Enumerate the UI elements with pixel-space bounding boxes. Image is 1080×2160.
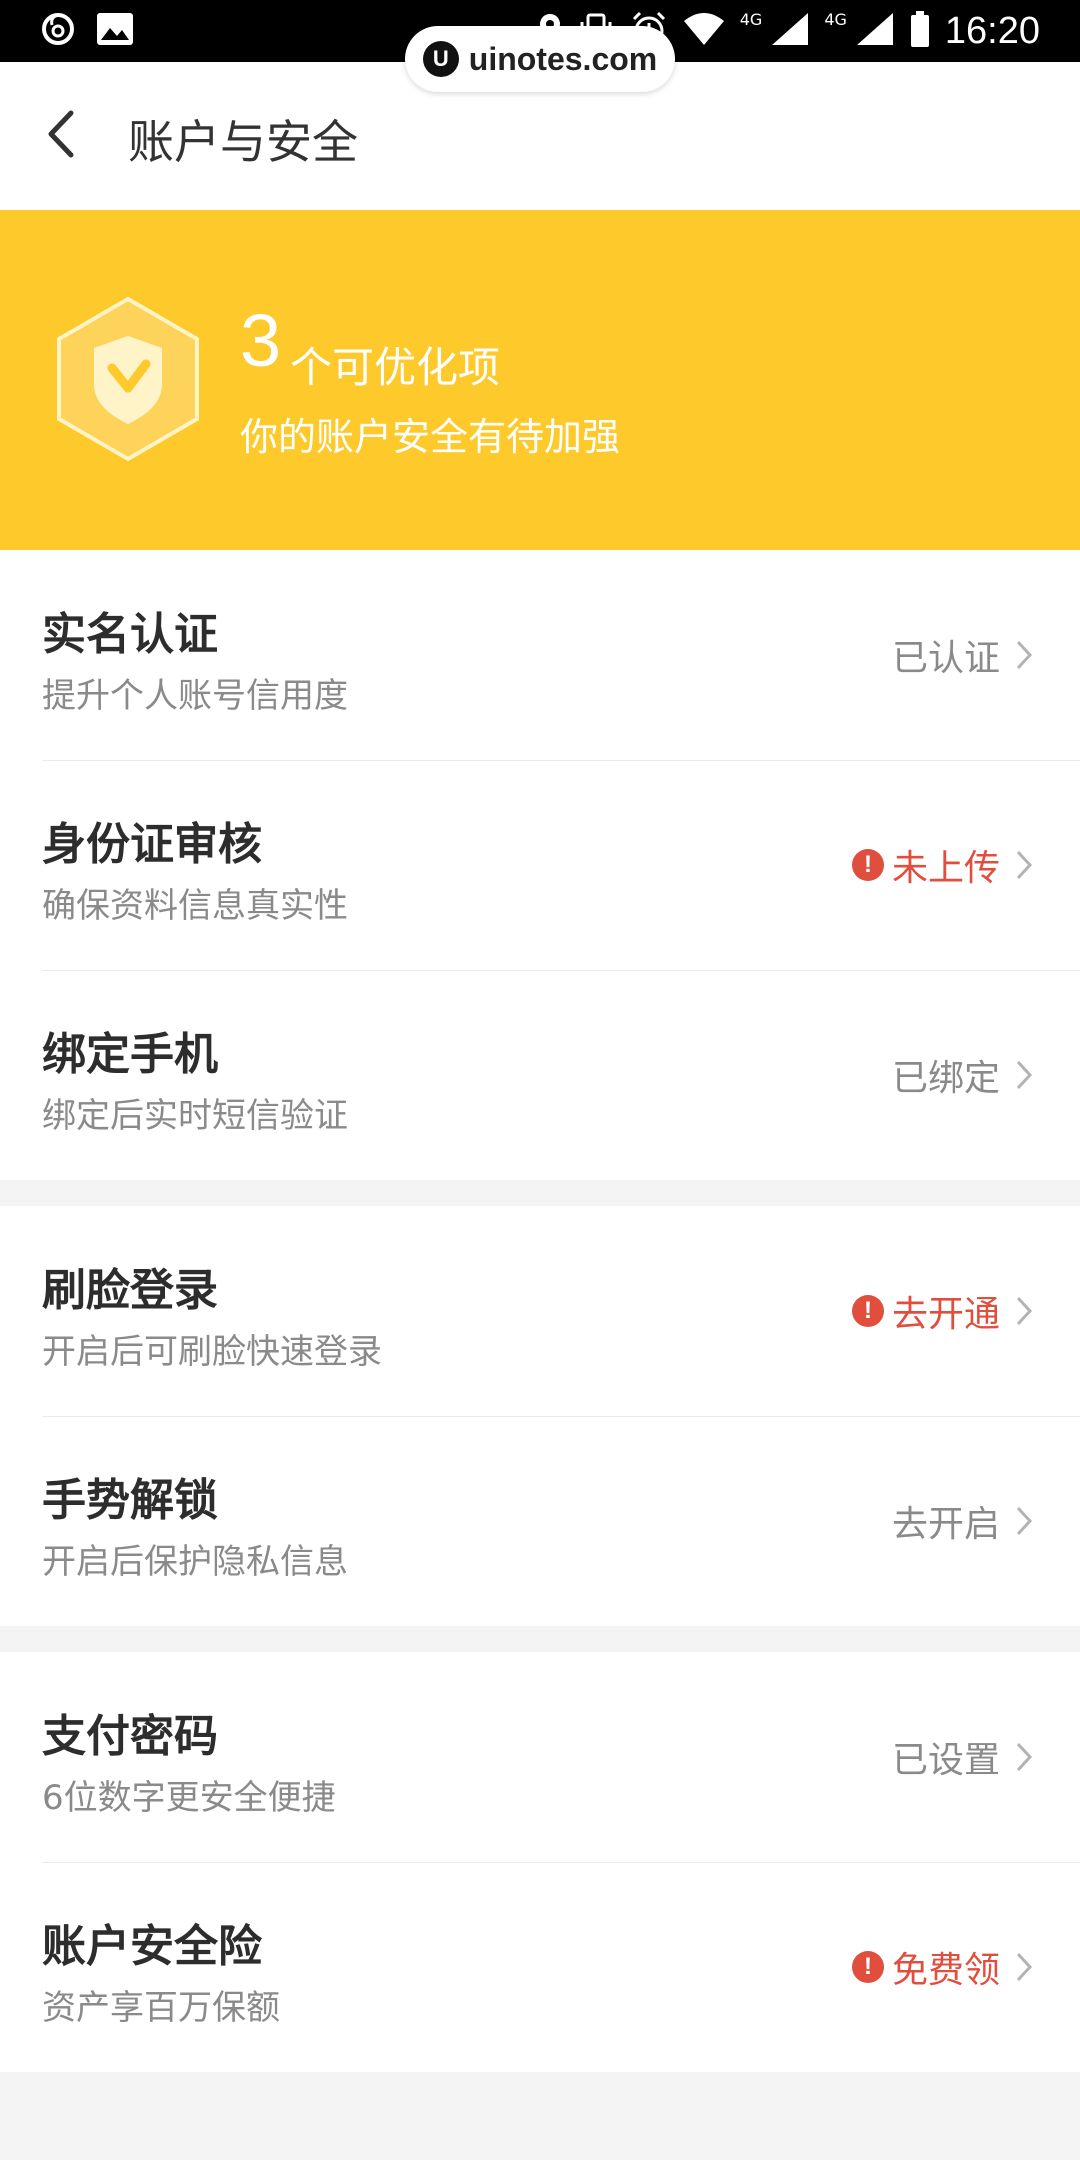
item-status: 已设置 <box>891 1740 1000 1781</box>
wifi-icon <box>682 11 726 51</box>
alert-icon: ! <box>851 849 884 881</box>
chevron-right-icon <box>1010 1737 1038 1777</box>
settings-group-payment: 支付密码 6位数字更安全便捷 已设置 账户安全险 资产享百万保额 ! 免费领 <box>0 1652 1080 2072</box>
item-title: 实名认证 <box>42 609 218 660</box>
page-title: 账户与安全 <box>128 115 358 169</box>
chevron-right-icon <box>1010 845 1038 885</box>
optimizable-count: 3 <box>240 299 282 382</box>
item-title: 身份证审核 <box>42 819 262 870</box>
list-item-payment-password[interactable]: 支付密码 6位数字更安全便捷 已设置 <box>0 1652 1080 1862</box>
settings-group-identity: 实名认证 提升个人账号信用度 已认证 身份证审核 确保资料信息真实性 ! 未上传… <box>0 550 1080 1180</box>
item-subtitle: 确保资料信息真实性 <box>42 886 348 926</box>
item-subtitle: 提升个人账号信用度 <box>42 676 348 716</box>
item-title: 支付密码 <box>42 1711 218 1762</box>
watermark-logo: U <box>422 41 459 77</box>
item-status: 去开启 <box>891 1504 1000 1545</box>
chevron-right-icon <box>1010 1501 1038 1541</box>
chevron-right-icon <box>1010 1947 1038 1987</box>
optimizable-count-label: 个可优化项 <box>290 343 501 392</box>
item-subtitle: 6位数字更安全便捷 <box>42 1778 336 1818</box>
cell-signal-icon-2 <box>855 11 895 51</box>
status-time: 16:20 <box>944 9 1040 52</box>
item-status: 免费领 <box>891 1950 1000 1991</box>
list-item-id-card[interactable]: 身份证审核 确保资料信息真实性 ! 未上传 <box>0 760 1080 970</box>
settings-group-login: 刷脸登录 开启后可刷脸快速登录 ! 去开通 手势解锁 开启后保护隐私信息 去开启 <box>0 1206 1080 1626</box>
chevron-left-icon <box>45 109 75 163</box>
item-title: 账户安全险 <box>42 1921 262 1972</box>
alert-icon: ! <box>851 1951 884 1983</box>
item-title: 绑定手机 <box>42 1029 218 1080</box>
list-item-real-name[interactable]: 实名认证 提升个人账号信用度 已认证 <box>0 550 1080 760</box>
item-status: 去开通 <box>891 1294 1000 1335</box>
item-status: 已认证 <box>891 638 1000 679</box>
item-subtitle: 开启后保护隐私信息 <box>42 1542 348 1582</box>
alert-icon: ! <box>851 1295 884 1327</box>
item-status: 未上传 <box>891 848 1000 889</box>
list-item-account-insurance[interactable]: 账户安全险 资产享百万保额 ! 免费领 <box>0 1862 1080 2072</box>
item-title: 手势解锁 <box>42 1475 218 1526</box>
item-subtitle: 资产享百万保额 <box>42 1988 280 2028</box>
item-title: 刷脸登录 <box>42 1265 218 1316</box>
security-summary-banner: 3 个可优化项 你的账户安全有待加强 <box>0 210 1080 550</box>
chevron-right-icon <box>1010 635 1038 675</box>
item-subtitle: 绑定后实时短信验证 <box>42 1096 348 1136</box>
chevron-right-icon <box>1010 1055 1038 1095</box>
item-status: 已绑定 <box>891 1058 1000 1099</box>
watermark-text: uinotes.com <box>468 40 658 77</box>
cell-signal-icon <box>770 11 810 51</box>
banner-subtitle: 你的账户安全有待加强 <box>240 415 621 459</box>
back-button[interactable] <box>30 98 90 174</box>
watermark: U uinotes.com <box>405 26 675 92</box>
list-item-bind-phone[interactable]: 绑定手机 绑定后实时短信验证 已绑定 <box>0 970 1080 1180</box>
network-type-label-1: 4G <box>739 9 763 29</box>
netease-music-icon <box>40 11 76 51</box>
shield-check-icon <box>56 296 200 462</box>
list-item-gesture-unlock[interactable]: 手势解锁 开启后保护隐私信息 去开启 <box>0 1416 1080 1626</box>
image-icon <box>96 12 134 50</box>
battery-icon <box>909 10 931 52</box>
item-subtitle: 开启后可刷脸快速登录 <box>42 1332 382 1372</box>
network-type-label-2: 4G <box>824 9 847 29</box>
list-item-face-login[interactable]: 刷脸登录 开启后可刷脸快速登录 ! 去开通 <box>0 1206 1080 1416</box>
chevron-right-icon <box>1010 1291 1038 1331</box>
